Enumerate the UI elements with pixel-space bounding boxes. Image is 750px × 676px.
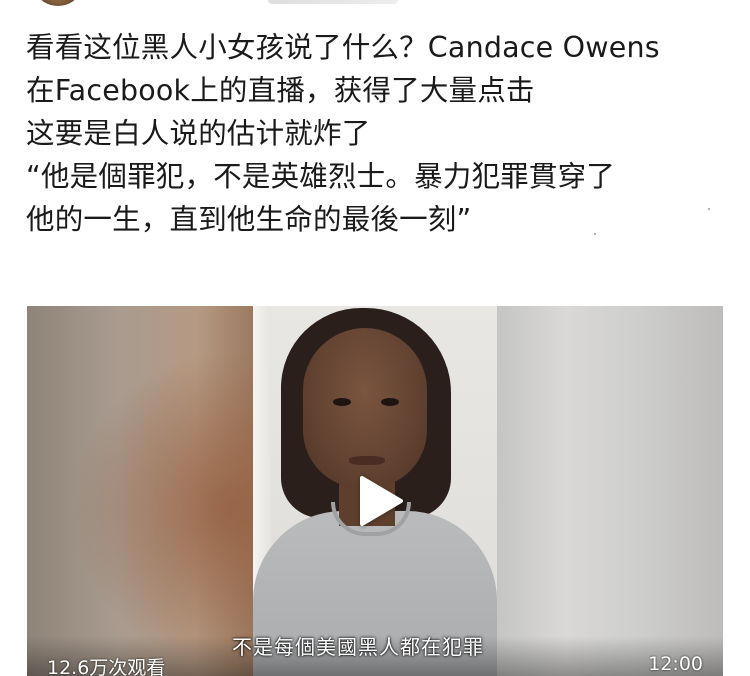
speaker-eye bbox=[381, 398, 399, 406]
video-duration: 12:00 bbox=[648, 653, 703, 675]
video-blur-left bbox=[27, 306, 253, 676]
post-body: 看看这位黑人小女孩说了什么？Candace Owens 在Facebook上的直… bbox=[26, 26, 730, 241]
post-line: 他的一生，直到他生命的最後一刻” bbox=[26, 203, 472, 236]
play-button[interactable] bbox=[354, 474, 408, 528]
video-player[interactable]: 不是每個美國黑人都在犯罪 12.6万次观看 12:00 bbox=[27, 306, 723, 676]
video-subtitle: 不是每個美國黑人都在犯罪 bbox=[232, 635, 484, 659]
video-blur-right bbox=[497, 306, 723, 676]
author-avatar[interactable] bbox=[38, 0, 78, 6]
decorative-speck bbox=[594, 233, 596, 235]
speaker-eye bbox=[333, 398, 351, 406]
decorative-speck bbox=[708, 208, 710, 210]
post-line: 这要是白人说的估计就炸了 bbox=[26, 117, 371, 150]
post-line: “他是個罪犯，不是英雄烈士。暴力犯罪貫穿了 bbox=[26, 160, 615, 193]
author-name-placeholder[interactable] bbox=[268, 0, 398, 4]
view-count: 12.6万次观看 bbox=[47, 657, 166, 676]
post-line: 在Facebook上的直播，获得了大量点击 bbox=[26, 74, 535, 107]
post-line: 看看这位黑人小女孩说了什么？Candace Owens bbox=[26, 31, 660, 64]
play-icon bbox=[360, 476, 403, 526]
speaker-lips bbox=[349, 456, 385, 465]
